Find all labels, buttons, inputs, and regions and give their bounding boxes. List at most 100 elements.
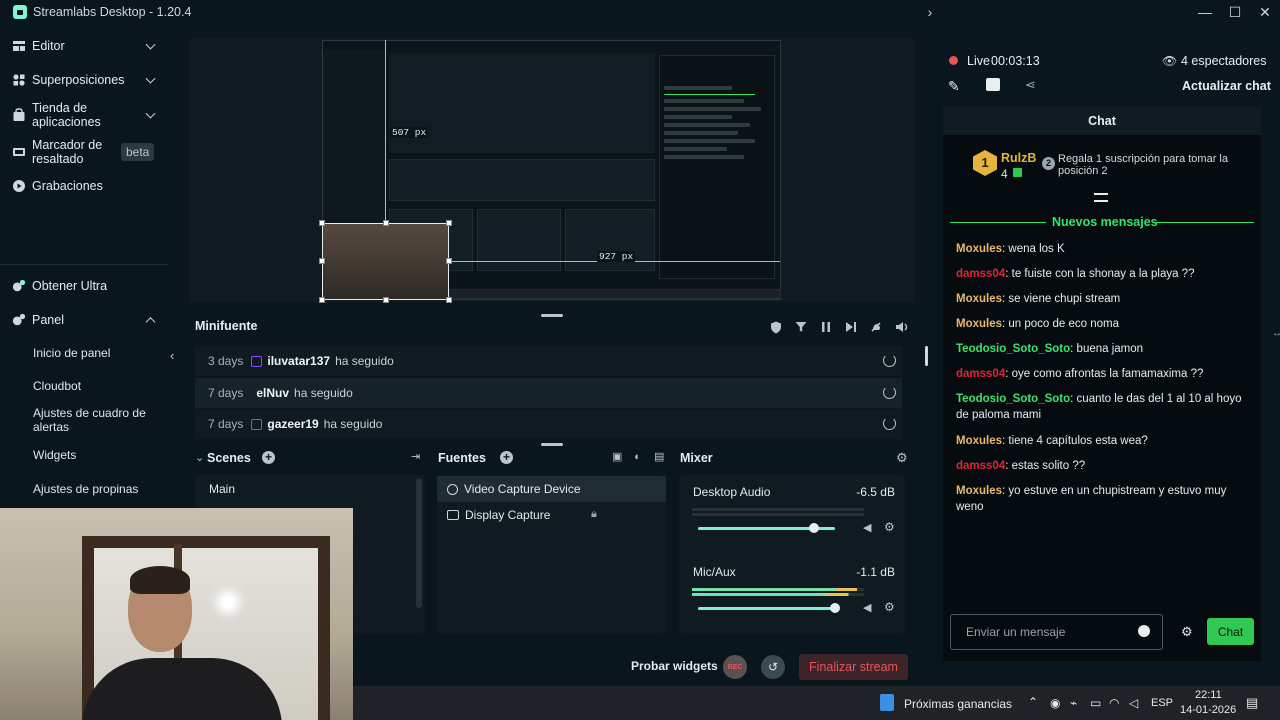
end-stream-button[interactable]: Finalizar stream (799, 654, 908, 680)
collapse-right-icon[interactable]: › (915, 0, 945, 24)
lock-icon[interactable]: 🔒︎ (591, 508, 597, 521)
panel-subitem-cloudbot[interactable]: Cloudbot (33, 379, 81, 393)
stream-record-icon[interactable] (986, 78, 1000, 91)
mixer-settings-gear-icon[interactable]: ⚙ (896, 451, 908, 464)
skip-icon[interactable] (844, 320, 858, 334)
add-source-icon[interactable]: + (500, 451, 513, 464)
panel-subitem-home[interactable]: Inicio de panel (33, 346, 110, 360)
replay-buffer-icon[interactable]: ↺ (761, 655, 785, 679)
chat-message-user[interactable]: Teodosio_Soto_Soto (956, 343, 1070, 355)
notifications-icon[interactable]: ▤ (1246, 695, 1258, 711)
chat-message-user[interactable]: Teodosio_Soto_Soto (956, 393, 1070, 405)
resize-handle[interactable] (383, 220, 389, 226)
chat-message-user[interactable]: Moxules (956, 293, 1002, 305)
sidebar-item-editor[interactable]: Editor (0, 38, 182, 54)
emoji-icon[interactable] (1138, 625, 1150, 637)
audio-source-icon[interactable]: ◖ (633, 452, 644, 463)
sidebar-item-panel[interactable]: Panel (0, 312, 182, 328)
resize-handle[interactable] (319, 220, 325, 226)
source-group-icon[interactable]: ▣ (612, 452, 623, 463)
resize-handle[interactable] (446, 220, 452, 226)
clock-time[interactable]: 22:11 (1195, 689, 1222, 701)
pause-icon[interactable] (819, 320, 833, 334)
chat-message-user[interactable]: Moxules (956, 243, 1002, 255)
volume-slider[interactable] (698, 607, 835, 610)
source-item-video-capture[interactable]: Video Capture Device (437, 476, 666, 502)
panel-resize-handle[interactable] (541, 443, 563, 446)
sidebar-item-highlighter[interactable]: Marcador de resaltado (0, 137, 182, 167)
tray-app-icon[interactable]: ◉ (1050, 696, 1060, 710)
source-item-display-capture[interactable]: Display Capture 🔒︎ (437, 502, 666, 528)
clock-date[interactable]: 14-01-2026 (1180, 704, 1236, 716)
chat-message-user[interactable]: Moxules (956, 435, 1002, 447)
refresh-chat-button[interactable]: Actualizar chat (1182, 79, 1271, 93)
speaker-icon[interactable]: ◀ (863, 523, 874, 534)
resize-handle[interactable] (446, 297, 452, 303)
sidebar-item-superposiciones[interactable]: Superposiciones (0, 72, 182, 88)
sidebar-item-recordings[interactable]: Grabaciones (0, 178, 182, 194)
scene-transitions-icon[interactable]: ⇥ (411, 452, 422, 463)
panel-subitem-widgets[interactable]: Widgets (33, 448, 76, 462)
source-folder-icon[interactable]: ▤ (654, 452, 665, 463)
resize-handle[interactable] (319, 297, 325, 303)
test-widgets-button[interactable]: Probar widgets (631, 659, 718, 673)
minifeed-scrollbar[interactable] (925, 346, 928, 366)
collapse-left-icon[interactable]: ‹ (170, 348, 174, 363)
sidebar-item-ultra[interactable]: Obtener Ultra (0, 278, 182, 294)
sidebar-item-app-store[interactable]: Tienda de aplicaciones (0, 100, 182, 130)
feed-row[interactable]: 3 days iluvatar137 ha seguido (195, 346, 902, 376)
nested-preview-area (389, 53, 655, 153)
channel-gear-icon[interactable]: ⚙ (884, 521, 895, 533)
close-button[interactable]: ✕ (1250, 0, 1280, 24)
share-icon[interactable]: ⋖ (1025, 77, 1036, 93)
volume-icon[interactable] (895, 320, 909, 334)
tray-chevron-icon[interactable]: ⌃ (1028, 695, 1038, 709)
volume-tray-icon[interactable]: ◁ (1129, 696, 1138, 710)
scenes-scrollbar[interactable] (416, 478, 422, 608)
minimize-button[interactable]: — (1190, 0, 1220, 24)
collapse-scenes-icon[interactable]: ⌄ (195, 451, 204, 464)
add-scene-icon[interactable]: + (262, 451, 275, 464)
collapse-leaderboard-icon[interactable] (1094, 193, 1108, 202)
record-button[interactable]: REC (723, 655, 747, 679)
chat-message: Moxules: wena los K (956, 241, 1256, 257)
resize-handle[interactable] (446, 258, 452, 264)
chat-message-input[interactable]: Enviar un mensaje (950, 614, 1163, 650)
replay-alert-icon[interactable] (883, 417, 896, 430)
resize-handle[interactable] (319, 258, 325, 264)
filter-icon[interactable] (794, 320, 808, 334)
replay-alert-icon[interactable] (883, 354, 896, 367)
battery-icon[interactable]: ▭ (1090, 696, 1101, 710)
keyboard-language[interactable]: ESP (1151, 697, 1173, 709)
mute-alerts-icon[interactable] (869, 320, 883, 334)
chat-message-user[interactable]: Moxules (956, 485, 1002, 497)
resize-handle[interactable] (383, 297, 389, 303)
speaker-icon[interactable]: ◀ (863, 603, 874, 614)
chat-settings-gear-icon[interactable]: ⚙ (1181, 624, 1193, 640)
channel-gear-icon[interactable]: ⚙ (884, 601, 895, 613)
maximize-button[interactable]: ☐ (1220, 0, 1250, 24)
edit-stream-info-icon[interactable]: ✎ (948, 78, 960, 95)
feed-row[interactable]: 7 days gazeer19 ha seguido (195, 409, 902, 439)
nested-chat (659, 55, 775, 279)
panel-subitem-alertbox[interactable]: Ajustes de cuadro de alertas (33, 406, 153, 434)
recordings-icon (12, 179, 26, 193)
tray-network-icon[interactable]: ⌁ (1070, 696, 1077, 710)
shield-icon[interactable] (769, 320, 783, 334)
chat-message-user[interactable]: damss04 (956, 460, 1005, 472)
send-chat-button[interactable]: Chat (1207, 618, 1254, 645)
chat-message-user[interactable]: damss04 (956, 268, 1005, 280)
earnings-widget-label[interactable]: Próximas ganancias (904, 697, 1012, 711)
earnings-widget-icon[interactable] (880, 694, 894, 711)
selected-source-box[interactable] (322, 223, 449, 300)
feed-row[interactable]: 7 days elNuv ha seguido (195, 378, 902, 408)
chat-message-user[interactable]: Moxules (956, 318, 1002, 330)
wifi-icon[interactable]: ◠ (1109, 696, 1119, 710)
resize-cursor-icon: ↔ (1272, 328, 1280, 339)
chat-message-user[interactable]: damss04 (956, 368, 1005, 380)
replay-alert-icon[interactable] (883, 386, 896, 399)
scene-item-main[interactable]: Main (209, 482, 235, 496)
panel-resize-handle[interactable] (541, 314, 563, 317)
volume-slider-knob[interactable] (830, 603, 840, 613)
panel-subitem-tips[interactable]: Ajustes de propinas (33, 482, 138, 496)
